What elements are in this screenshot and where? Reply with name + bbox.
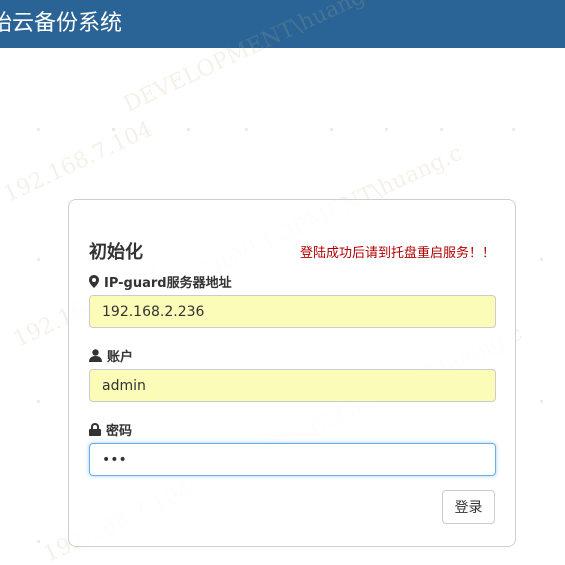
app-header: 始云备份系统 xyxy=(0,0,565,48)
server-address-value: 192.168.2.236 xyxy=(102,303,205,320)
account-label-text: 账户 xyxy=(107,350,134,365)
server-address-input[interactable]: 192.168.2.236 xyxy=(89,295,496,328)
server-label-text: IP-guard服务器地址 xyxy=(104,276,232,291)
password-input[interactable]: ••• xyxy=(89,443,496,476)
password-value: ••• xyxy=(102,451,127,468)
password-label-text: 密码 xyxy=(106,424,133,439)
user-icon xyxy=(89,349,102,362)
password-label: 密码 xyxy=(89,420,132,439)
map-marker-icon xyxy=(89,275,99,288)
account-label: 账户 xyxy=(89,346,133,365)
app-title: 始云备份系统 xyxy=(0,11,123,36)
init-panel: 初始化 登陆成功后请到托盘重启服务！！ IP-guard服务器地址 192.16… xyxy=(68,199,516,547)
lock-icon xyxy=(89,423,101,436)
account-input[interactable]: admin xyxy=(89,369,496,402)
server-label: IP-guard服务器地址 xyxy=(89,272,232,291)
restart-notice: 登陆成功后请到托盘重启服务！！ xyxy=(299,246,495,261)
account-value: admin xyxy=(102,377,146,394)
login-button[interactable]: 登录 xyxy=(442,490,495,524)
watermark-ip: 192.168.7.104 xyxy=(0,116,157,208)
panel-title: 初始化 xyxy=(89,242,143,263)
